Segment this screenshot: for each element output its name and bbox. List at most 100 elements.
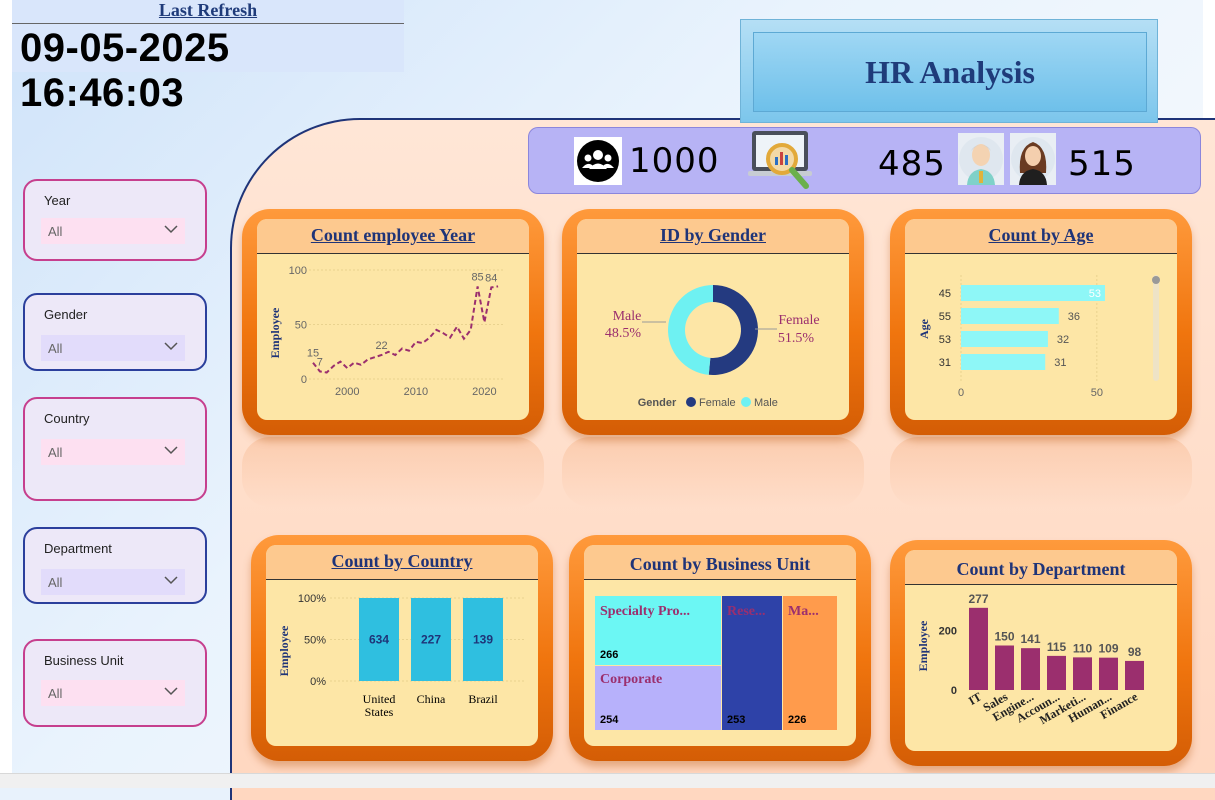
bar[interactable] — [1099, 657, 1118, 690]
y-tick-label: 100% — [298, 593, 326, 605]
business-unit-treemap[interactable]: Specialty Pro... 266 Corporate 254 Rese.… — [584, 579, 856, 746]
card-count-by-age: Count by Age Age 45 53 55 36 53 32 31 31 0 50 — [890, 209, 1192, 435]
card-title: Count by Country — [331, 551, 473, 571]
y-tick-label: 100 — [289, 265, 307, 277]
legend-swatch-female — [686, 397, 696, 407]
data-label: 31 — [1054, 357, 1066, 369]
data-label: 139 — [473, 633, 493, 647]
x-tick-label: 50 — [1091, 387, 1103, 399]
card-header: Count by Business Unit — [584, 545, 856, 580]
page-title: HR Analysis — [865, 53, 1035, 90]
department-bar-chart[interactable]: Employee 0200 277IT150Sales141Engine...1… — [905, 584, 1177, 751]
x-tick-label: States — [365, 705, 394, 719]
dropdown-value: All — [48, 686, 63, 701]
card-title: Count by Department — [956, 559, 1126, 579]
y-tick-label: 200 — [939, 626, 957, 638]
y-axis-label: Employee — [277, 625, 291, 676]
tile-label: Specialty Pro... — [600, 604, 690, 619]
bar[interactable] — [961, 308, 1059, 324]
y-tick-label: 31 — [939, 357, 951, 369]
x-tick-label: United — [363, 692, 396, 706]
y-tick-label: 50% — [304, 635, 326, 647]
slicer-label: Business Unit — [44, 653, 124, 668]
dropdown-value: All — [48, 445, 63, 460]
dropdown-value: All — [48, 224, 63, 239]
title-banner-face: HR Analysis — [753, 32, 1147, 112]
department-dropdown[interactable]: All — [41, 569, 185, 595]
x-tick-label: China — [417, 692, 446, 706]
card-count-by-business-unit: Count by Business Unit Specialty Pro... … — [569, 535, 871, 761]
year-line-chart[interactable]: Employee 050100 2000 2010 2020 1572285 84 — [257, 253, 529, 420]
slicer-label: Gender — [44, 307, 88, 322]
bar[interactable] — [969, 607, 988, 690]
card-body: Count by Country Employee 0% 50% 100% 634 2… — [266, 545, 538, 746]
title-banner: HR Analysis — [740, 19, 1158, 123]
slicer-label: Country — [44, 411, 90, 426]
scrollbar-track[interactable] — [1153, 275, 1159, 381]
card-header: Count by Age — [905, 219, 1177, 254]
legend-label-female: Female — [699, 397, 736, 409]
x-tick-label: Brazil — [468, 692, 498, 706]
data-label: 7 — [317, 356, 323, 368]
y-tick-label: 55 — [939, 311, 951, 323]
analytics-magnifier-icon — [748, 129, 814, 193]
business-unit-dropdown[interactable]: All — [41, 680, 185, 706]
horizontal-scrollbar[interactable] — [0, 773, 1215, 788]
bar[interactable] — [1021, 648, 1040, 690]
data-label: 227 — [421, 633, 441, 647]
card-header: Count by Country — [266, 545, 538, 580]
age-bar-chart[interactable]: Age 45 53 55 36 53 32 31 31 0 50 — [905, 253, 1177, 420]
y-axis-label: Employee — [916, 620, 930, 671]
kpi-total-employees: 1000 — [629, 141, 720, 181]
card-title: Count employee Year — [310, 225, 476, 245]
card-title: Count by Age — [988, 225, 1094, 245]
bar[interactable] — [1047, 655, 1066, 690]
slice-percent-female: 51.5% — [778, 331, 815, 346]
y-tick-label: 0 — [301, 374, 307, 386]
y-axis-label: Age — [917, 318, 931, 339]
legend-swatch-male — [741, 397, 751, 407]
male-avatar-icon — [958, 133, 1004, 185]
country-bar-chart[interactable]: Employee 0% 50% 100% 634 227 139 UnitedState… — [266, 579, 538, 746]
donut-slice-male[interactable] — [667, 285, 713, 375]
data-label: 98 — [1128, 645, 1142, 659]
tile-value: 254 — [600, 714, 619, 726]
business-unit-slicer: Business Unit All — [23, 639, 207, 727]
card-count-by-country: Count by Country Employee 0% 50% 100% 634 2… — [251, 535, 553, 761]
gender-donut-chart[interactable]: Male 48.5% Female 51.5% Gender Female Ma… — [577, 253, 849, 420]
bar[interactable] — [961, 354, 1046, 370]
data-label: 85 — [471, 271, 483, 283]
bar[interactable] — [995, 645, 1014, 691]
gender-dropdown[interactable]: All — [41, 335, 185, 361]
x-tick-label: 0 — [958, 387, 964, 399]
tile-label: Corporate — [600, 672, 662, 687]
year-dropdown[interactable]: All — [41, 218, 185, 244]
legend-title: Gender — [638, 397, 677, 409]
tile-value: 226 — [788, 714, 806, 726]
y-tick-label: 45 — [939, 288, 951, 300]
year-slicer: Year All — [23, 179, 207, 261]
series-line — [312, 285, 499, 374]
card-body: ID by Gender Male 48.5% Female 51.5% Gen… — [577, 219, 849, 420]
card-body: Count employee Year Employee 0 50 100 2000… — [257, 219, 529, 420]
donut-slice-female[interactable] — [708, 285, 758, 375]
bar[interactable] — [961, 331, 1048, 347]
slicer-label: Department — [44, 541, 112, 556]
x-tick-label: 2010 — [404, 386, 428, 398]
y-tick-label: 50 — [295, 320, 307, 332]
country-dropdown[interactable]: All — [41, 439, 185, 465]
bar[interactable] — [1073, 657, 1092, 690]
gender-slicer: Gender All — [23, 293, 207, 371]
bar[interactable] — [961, 285, 1105, 301]
bar[interactable] — [1125, 660, 1144, 690]
card-reflection — [562, 437, 864, 507]
x-tick-label: 2020 — [472, 386, 496, 398]
card-header: ID by Gender — [577, 219, 849, 254]
female-avatar-icon — [1010, 133, 1056, 185]
card-title: Count by Business Unit — [629, 554, 811, 574]
last-refresh-label: Last Refresh — [158, 0, 258, 20]
scrollbar-thumb[interactable] — [1152, 276, 1160, 284]
x-tick-label: 2000 — [335, 386, 359, 398]
card-reflection — [890, 437, 1192, 507]
chevron-down-icon — [164, 446, 178, 455]
